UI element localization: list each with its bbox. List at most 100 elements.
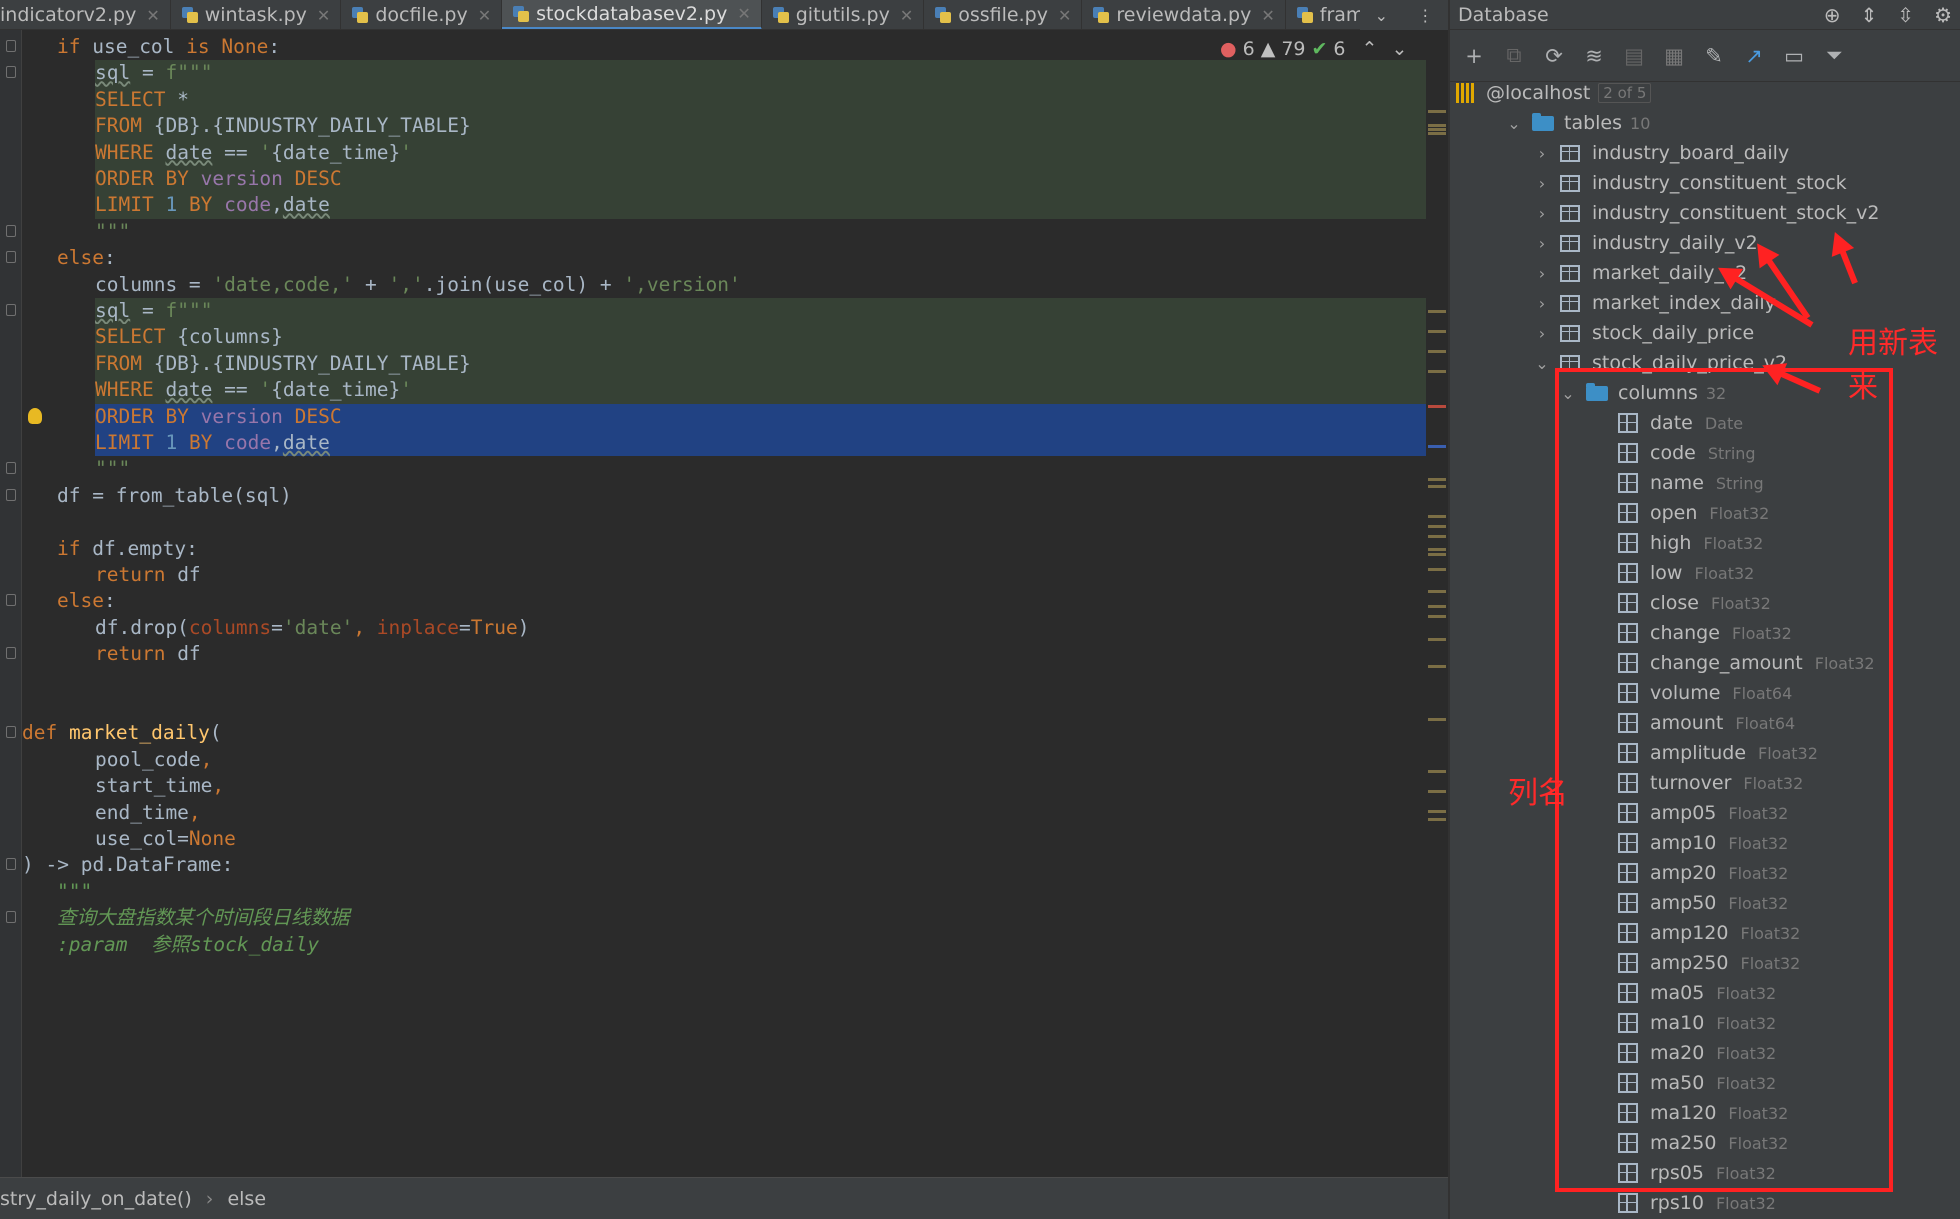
code-line[interactable]: 查询大盘指数某个时间段日线数据: [22, 905, 1426, 931]
code-line[interactable]: WHERE date == '{date_time}': [95, 377, 1426, 404]
error-stripe-mark[interactable]: [1428, 485, 1446, 488]
code-line[interactable]: if use_col is None:: [22, 34, 1426, 60]
crosshair-icon[interactable]: ⊕: [1824, 3, 1841, 27]
error-stripe-mark[interactable]: [1428, 665, 1446, 668]
fold-marker-icon[interactable]: [6, 66, 16, 79]
chevron-right-icon[interactable]: ›: [1534, 294, 1550, 313]
code-line[interactable]: [22, 694, 1426, 720]
stop-icon[interactable]: ▤: [1622, 44, 1646, 68]
tree-column-amp05[interactable]: amp05 Float32: [1618, 798, 1788, 828]
code-line[interactable]: SELECT *: [95, 86, 1426, 114]
code-line[interactable]: [22, 668, 1426, 694]
code-line[interactable]: FROM {DB}.{INDUSTRY_DAILY_TABLE}: [95, 350, 1426, 378]
fold-marker-icon[interactable]: [6, 304, 16, 316]
tree-column-open[interactable]: open Float32: [1618, 498, 1769, 528]
code-line[interactable]: [22, 509, 1426, 535]
tree-column-date[interactable]: date Date: [1618, 408, 1743, 438]
chevron-right-icon[interactable]: ›: [1534, 204, 1550, 223]
schema-icon[interactable]: ≋: [1582, 44, 1606, 68]
code-line[interactable]: SELECT {columns}: [95, 324, 1426, 351]
close-tab-icon[interactable]: ✕: [737, 4, 750, 23]
tree-columns-folder[interactable]: ⌄ columns 32: [1560, 378, 1726, 408]
tab-wintask-py[interactable]: wintask.py ✕: [171, 0, 342, 29]
error-stripe-mark[interactable]: [1428, 405, 1446, 408]
breadcrumb[interactable]: stry_daily_on_date() › else: [0, 1177, 1448, 1219]
fold-marker-icon[interactable]: [6, 488, 16, 501]
breadcrumb-block[interactable]: else: [227, 1188, 266, 1210]
tab-docfile-py[interactable]: docfile.py ✕: [341, 0, 503, 29]
error-stripe-mark[interactable]: [1428, 818, 1446, 821]
code-line[interactable]: LIMIT 1 BY code,date: [95, 430, 1426, 457]
code-line[interactable]: LIMIT 1 BY code,date: [95, 192, 1426, 219]
tree-column-close[interactable]: close Float32: [1618, 588, 1771, 618]
tree-column-amp10[interactable]: amp10 Float32: [1618, 828, 1788, 858]
tree-host-localhost[interactable]: @localhost 2 of 5: [1456, 78, 1652, 108]
code-line[interactable]: FROM {DB}.{INDUSTRY_DAILY_TABLE}: [95, 113, 1426, 140]
fold-marker-icon[interactable]: [6, 594, 16, 607]
error-stripe-mark[interactable]: [1428, 790, 1446, 793]
fold-marker-icon[interactable]: [6, 858, 16, 871]
tree-table-stock_daily_price_v2[interactable]: ⌄ stock_daily_price_v2: [1534, 348, 1787, 378]
tab-gitutils-py[interactable]: gitutils.py ✕: [762, 0, 925, 29]
chevron-right-icon[interactable]: ›: [1534, 234, 1550, 253]
tab-ossfile-py[interactable]: ossfile.py ✕: [924, 0, 1083, 29]
code-line[interactable]: if df.empty:: [22, 536, 1426, 562]
chevron-right-icon[interactable]: ›: [1534, 264, 1550, 283]
tree-tables-folder[interactable]: ⌄ tables 10: [1506, 108, 1650, 138]
error-stripe-mark[interactable]: [1428, 132, 1446, 135]
code-line[interactable]: ORDER BY version DESC: [95, 403, 1426, 430]
code-line[interactable]: return df: [22, 641, 1426, 667]
code-line[interactable]: :param 参照stock_daily: [22, 932, 1426, 958]
add-icon[interactable]: +: [1462, 44, 1486, 68]
tree-column-change_amount[interactable]: change_amount Float32: [1618, 648, 1875, 678]
code-line[interactable]: pool_code,: [22, 747, 1426, 773]
fold-marker-icon[interactable]: [6, 726, 16, 739]
error-stripe-mark[interactable]: [1428, 124, 1446, 127]
code-line[interactable]: return df: [22, 562, 1426, 588]
fold-marker-icon[interactable]: [6, 251, 16, 264]
tree-column-ma10[interactable]: ma10 Float32: [1618, 1008, 1776, 1038]
fold-marker-icon[interactable]: [6, 462, 16, 475]
expand-all-icon[interactable]: ⇕: [1861, 3, 1878, 27]
error-stripe[interactable]: [1424, 70, 1446, 1130]
error-stripe-mark[interactable]: [1428, 615, 1446, 618]
settings-gear-icon[interactable]: ⚙: [1934, 3, 1952, 27]
intention-bulb-icon[interactable]: [28, 407, 42, 424]
tree-column-rps05[interactable]: rps05 Float32: [1618, 1158, 1776, 1188]
tree-table-industry_board_daily[interactable]: › industry_board_daily: [1534, 138, 1789, 168]
console-icon[interactable]: ▭: [1782, 44, 1806, 68]
tree-column-change[interactable]: change Float32: [1618, 618, 1792, 648]
code-line[interactable]: ORDER BY version DESC: [95, 166, 1426, 193]
error-stripe-mark[interactable]: [1428, 535, 1446, 538]
tab-list-chevron-icon[interactable]: ⌄: [1375, 6, 1388, 25]
tree-column-amount[interactable]: amount Float64: [1618, 708, 1795, 738]
fold-marker-icon[interactable]: [6, 647, 16, 660]
tab-more-icon[interactable]: ⋮: [1417, 6, 1433, 25]
code-line[interactable]: ) -> pd.DataFrame:: [22, 852, 1426, 878]
edit-icon[interactable]: ✎: [1702, 44, 1726, 68]
code-line[interactable]: sql = f""": [95, 298, 1426, 325]
table-view-icon[interactable]: ▦: [1662, 44, 1686, 68]
tab-stockdatabasev2-py[interactable]: stockdatabasev2.py ✕: [502, 0, 762, 29]
error-stripe-mark[interactable]: [1428, 568, 1446, 571]
tree-column-low[interactable]: low Float32: [1618, 558, 1754, 588]
close-tab-icon[interactable]: ✕: [1058, 6, 1071, 25]
error-stripe-mark[interactable]: [1428, 770, 1446, 773]
error-stripe-mark[interactable]: [1428, 128, 1446, 131]
code-line[interactable]: """: [22, 219, 1426, 245]
fold-marker-icon[interactable]: [6, 224, 16, 237]
close-tab-icon[interactable]: ✕: [478, 6, 491, 25]
chevron-right-icon[interactable]: ›: [1534, 324, 1550, 343]
chevron-down-icon[interactable]: ⌄: [1534, 354, 1550, 373]
filter-icon[interactable]: ⏷: [1822, 43, 1846, 68]
code-line[interactable]: sql = f""": [95, 60, 1426, 87]
error-stripe-mark[interactable]: [1428, 590, 1446, 593]
code-line[interactable]: else:: [22, 245, 1426, 271]
tree-table-industry_constituent_stock_v2[interactable]: › industry_constituent_stock_v2: [1534, 198, 1880, 228]
tree-column-ma250[interactable]: ma250 Float32: [1618, 1128, 1788, 1158]
previous-highlight-icon[interactable]: ⌃: [1362, 38, 1378, 60]
tree-column-amp20[interactable]: amp20 Float32: [1618, 858, 1788, 888]
code-line[interactable]: df = from_table(sql): [22, 483, 1426, 509]
close-tab-icon[interactable]: ✕: [900, 6, 913, 25]
error-stripe-mark[interactable]: [1428, 718, 1446, 721]
